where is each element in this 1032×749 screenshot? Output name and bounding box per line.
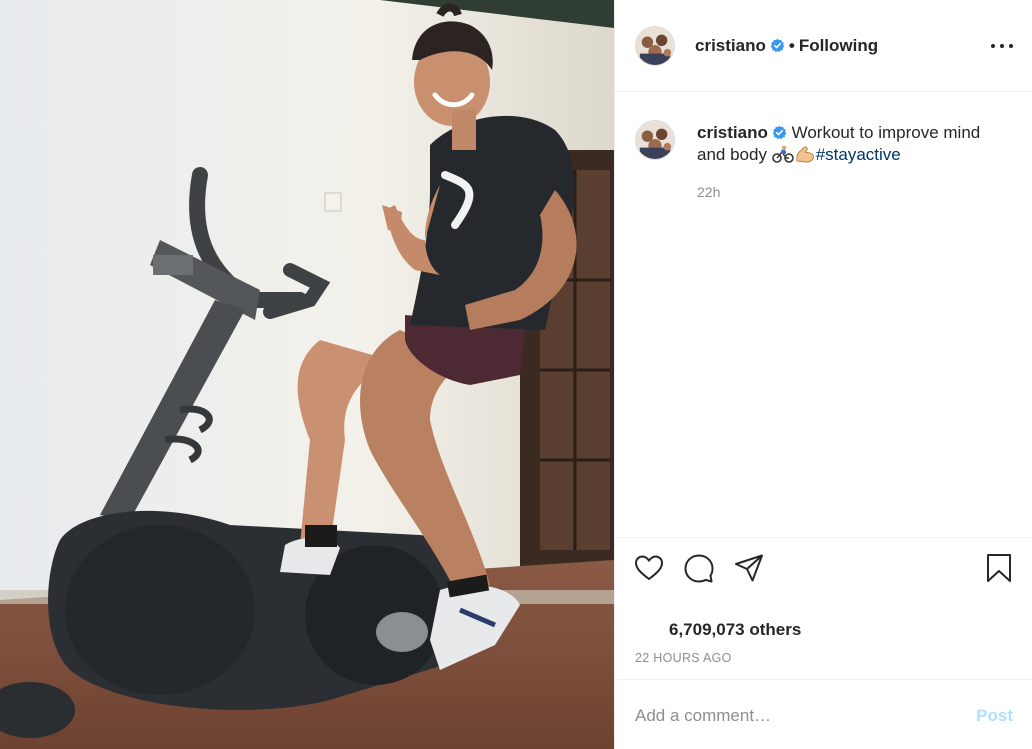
action-bar [615, 538, 1032, 600]
add-comment-bar: Post [615, 679, 1032, 749]
post-photo[interactable] [0, 0, 614, 749]
post-image [0, 0, 614, 749]
more-options-icon[interactable] [991, 38, 1013, 54]
likes-count[interactable]: 6,709,073 others [669, 620, 801, 640]
separator-dot: • [788, 36, 795, 55]
caption-section: cristiano Workout to improve mind and bo… [615, 92, 1032, 538]
bicyclist-emoji [771, 145, 794, 163]
author-line: cristiano • Following [695, 36, 878, 56]
caption-time[interactable]: 22h [697, 184, 720, 200]
bookmark-icon[interactable] [983, 552, 1015, 584]
hashtag-link[interactable]: #stayactive [816, 145, 901, 164]
caption-username[interactable]: cristiano [697, 123, 768, 142]
comment-input[interactable] [635, 704, 935, 728]
caption-avatar[interactable] [635, 120, 675, 160]
post-header: cristiano • Following [615, 0, 1032, 92]
heart-icon[interactable] [633, 552, 665, 584]
flexed-biceps-emoji [794, 145, 816, 163]
author-avatar[interactable] [635, 26, 675, 66]
post-timestamp[interactable]: 22 HOURS AGO [635, 651, 732, 665]
share-icon[interactable] [733, 552, 765, 584]
caption-text: cristiano Workout to improve mind and bo… [697, 122, 1007, 166]
post-details-panel: cristiano • Following cristiano Workout to… [614, 0, 1032, 749]
verified-badge-icon [772, 125, 787, 140]
comment-icon[interactable] [683, 552, 715, 584]
author-username[interactable]: cristiano [695, 36, 766, 55]
following-button[interactable]: Following [799, 36, 878, 55]
post-comment-button[interactable]: Post [976, 706, 1013, 726]
verified-badge-icon [770, 38, 785, 53]
